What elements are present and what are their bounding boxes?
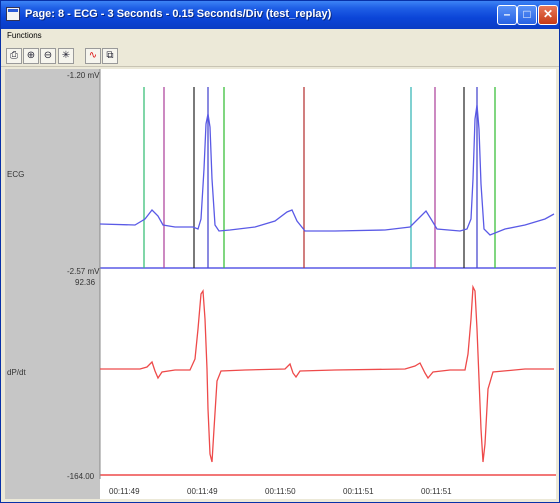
window-title: Page: 8 - ECG - 3 Seconds - 0.15 Seconds… [25, 8, 332, 20]
time-tick-label: 00:11:49 [109, 487, 140, 496]
toolbar: ⎙ ⊕ ⊖ ✳ ∿ ⧉ [1, 45, 559, 67]
ecg-top-value: -1.20 mV [67, 71, 100, 80]
zoom-out-icon[interactable]: ⊖ [40, 48, 56, 64]
time-tick-label: 00:11:51 [421, 487, 452, 496]
time-tick-label: 00:11:50 [265, 487, 296, 496]
app-window: Page: 8 - ECG - 3 Seconds - 0.15 Seconds… [0, 0, 560, 503]
minimize-button[interactable]: – [497, 5, 517, 25]
ecg-channel-label: ECG [7, 170, 24, 179]
menu-functions[interactable]: Functions [7, 31, 42, 40]
title-bar[interactable]: Page: 8 - ECG - 3 Seconds - 0.15 Seconds… [1, 1, 559, 29]
time-tick-label: 00:11:51 [343, 487, 374, 496]
time-tick-label: 00:11:49 [187, 487, 218, 496]
reset-icon[interactable]: ✳ [58, 48, 74, 64]
dpm-top-value: 92.36 [75, 278, 96, 287]
dpm-channel-label: dP/dt [7, 368, 26, 377]
ecg-bottom-value: -2.57 mV [67, 267, 100, 276]
zoom-in-icon[interactable]: ⊕ [23, 48, 39, 64]
ecg-plot[interactable]: ECG -1.20 mV -2.57 mV dP/dt 92.36 -164.0… [5, 69, 556, 499]
close-button[interactable]: ✕ [538, 5, 558, 25]
app-icon [6, 7, 20, 21]
waveform-icon[interactable]: ∿ [85, 48, 101, 64]
copy-icon[interactable]: ⧉ [102, 48, 118, 64]
plot-area[interactable]: ECG -1.20 mV -2.57 mV dP/dt 92.36 -164.0… [5, 69, 556, 499]
plot-background [100, 69, 556, 479]
maximize-button[interactable]: □ [517, 5, 537, 25]
dpm-bottom-value: -164.00 [67, 472, 95, 481]
print-icon[interactable]: ⎙ [6, 48, 22, 64]
menu-bar: Functions [1, 29, 559, 43]
